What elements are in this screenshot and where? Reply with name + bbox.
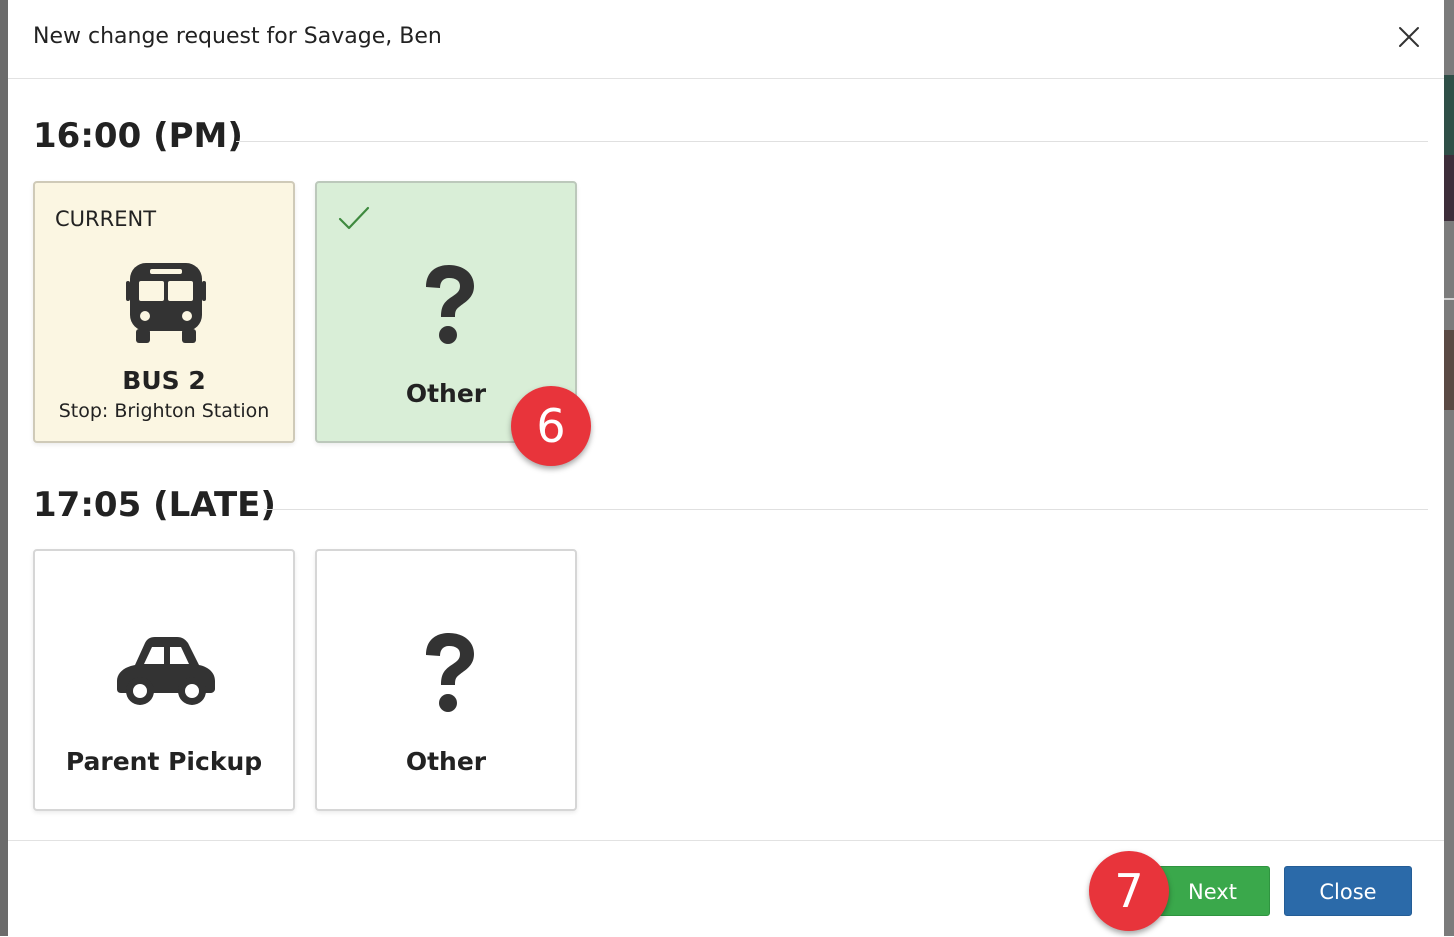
modal-title: New change request for Savage, Ben [33,24,442,49]
section-divider [236,141,1428,142]
option-card-bus-current[interactable]: CURRENT BUS 2 Stop: Brighton Station [33,181,295,443]
page-backdrop-right [1444,0,1454,936]
next-button[interactable]: Next [1155,866,1270,916]
question-icon [426,265,474,344]
current-tag: CURRENT [55,207,157,231]
car-icon [117,637,215,705]
question-icon [426,633,474,712]
close-icon[interactable] [1396,24,1422,50]
card-stop-label: Stop: Brighton Station [58,400,270,422]
section-heading-pm: 16:00 (PM) [33,116,243,156]
section-heading-late: 17:05 (LATE) [33,485,276,525]
card-label: BUS 2 [122,366,206,395]
checkmark-icon [338,206,370,230]
card-label: Other [405,747,487,776]
step-marker-6: 6 [511,386,591,466]
modal-header: New change request for Savage, Ben [8,0,1444,79]
option-card-parent-pickup[interactable]: Parent Pickup [33,549,295,811]
step-marker-7: 7 [1089,851,1169,931]
option-card-other-late[interactable]: Other [315,549,577,811]
card-label: Parent Pickup [65,747,263,776]
page-backdrop-left [0,0,8,936]
close-button[interactable]: Close [1284,866,1412,916]
bus-icon [126,263,206,343]
change-request-modal: New change request for Savage, Ben 16:00… [8,0,1444,936]
section-divider [264,509,1428,510]
